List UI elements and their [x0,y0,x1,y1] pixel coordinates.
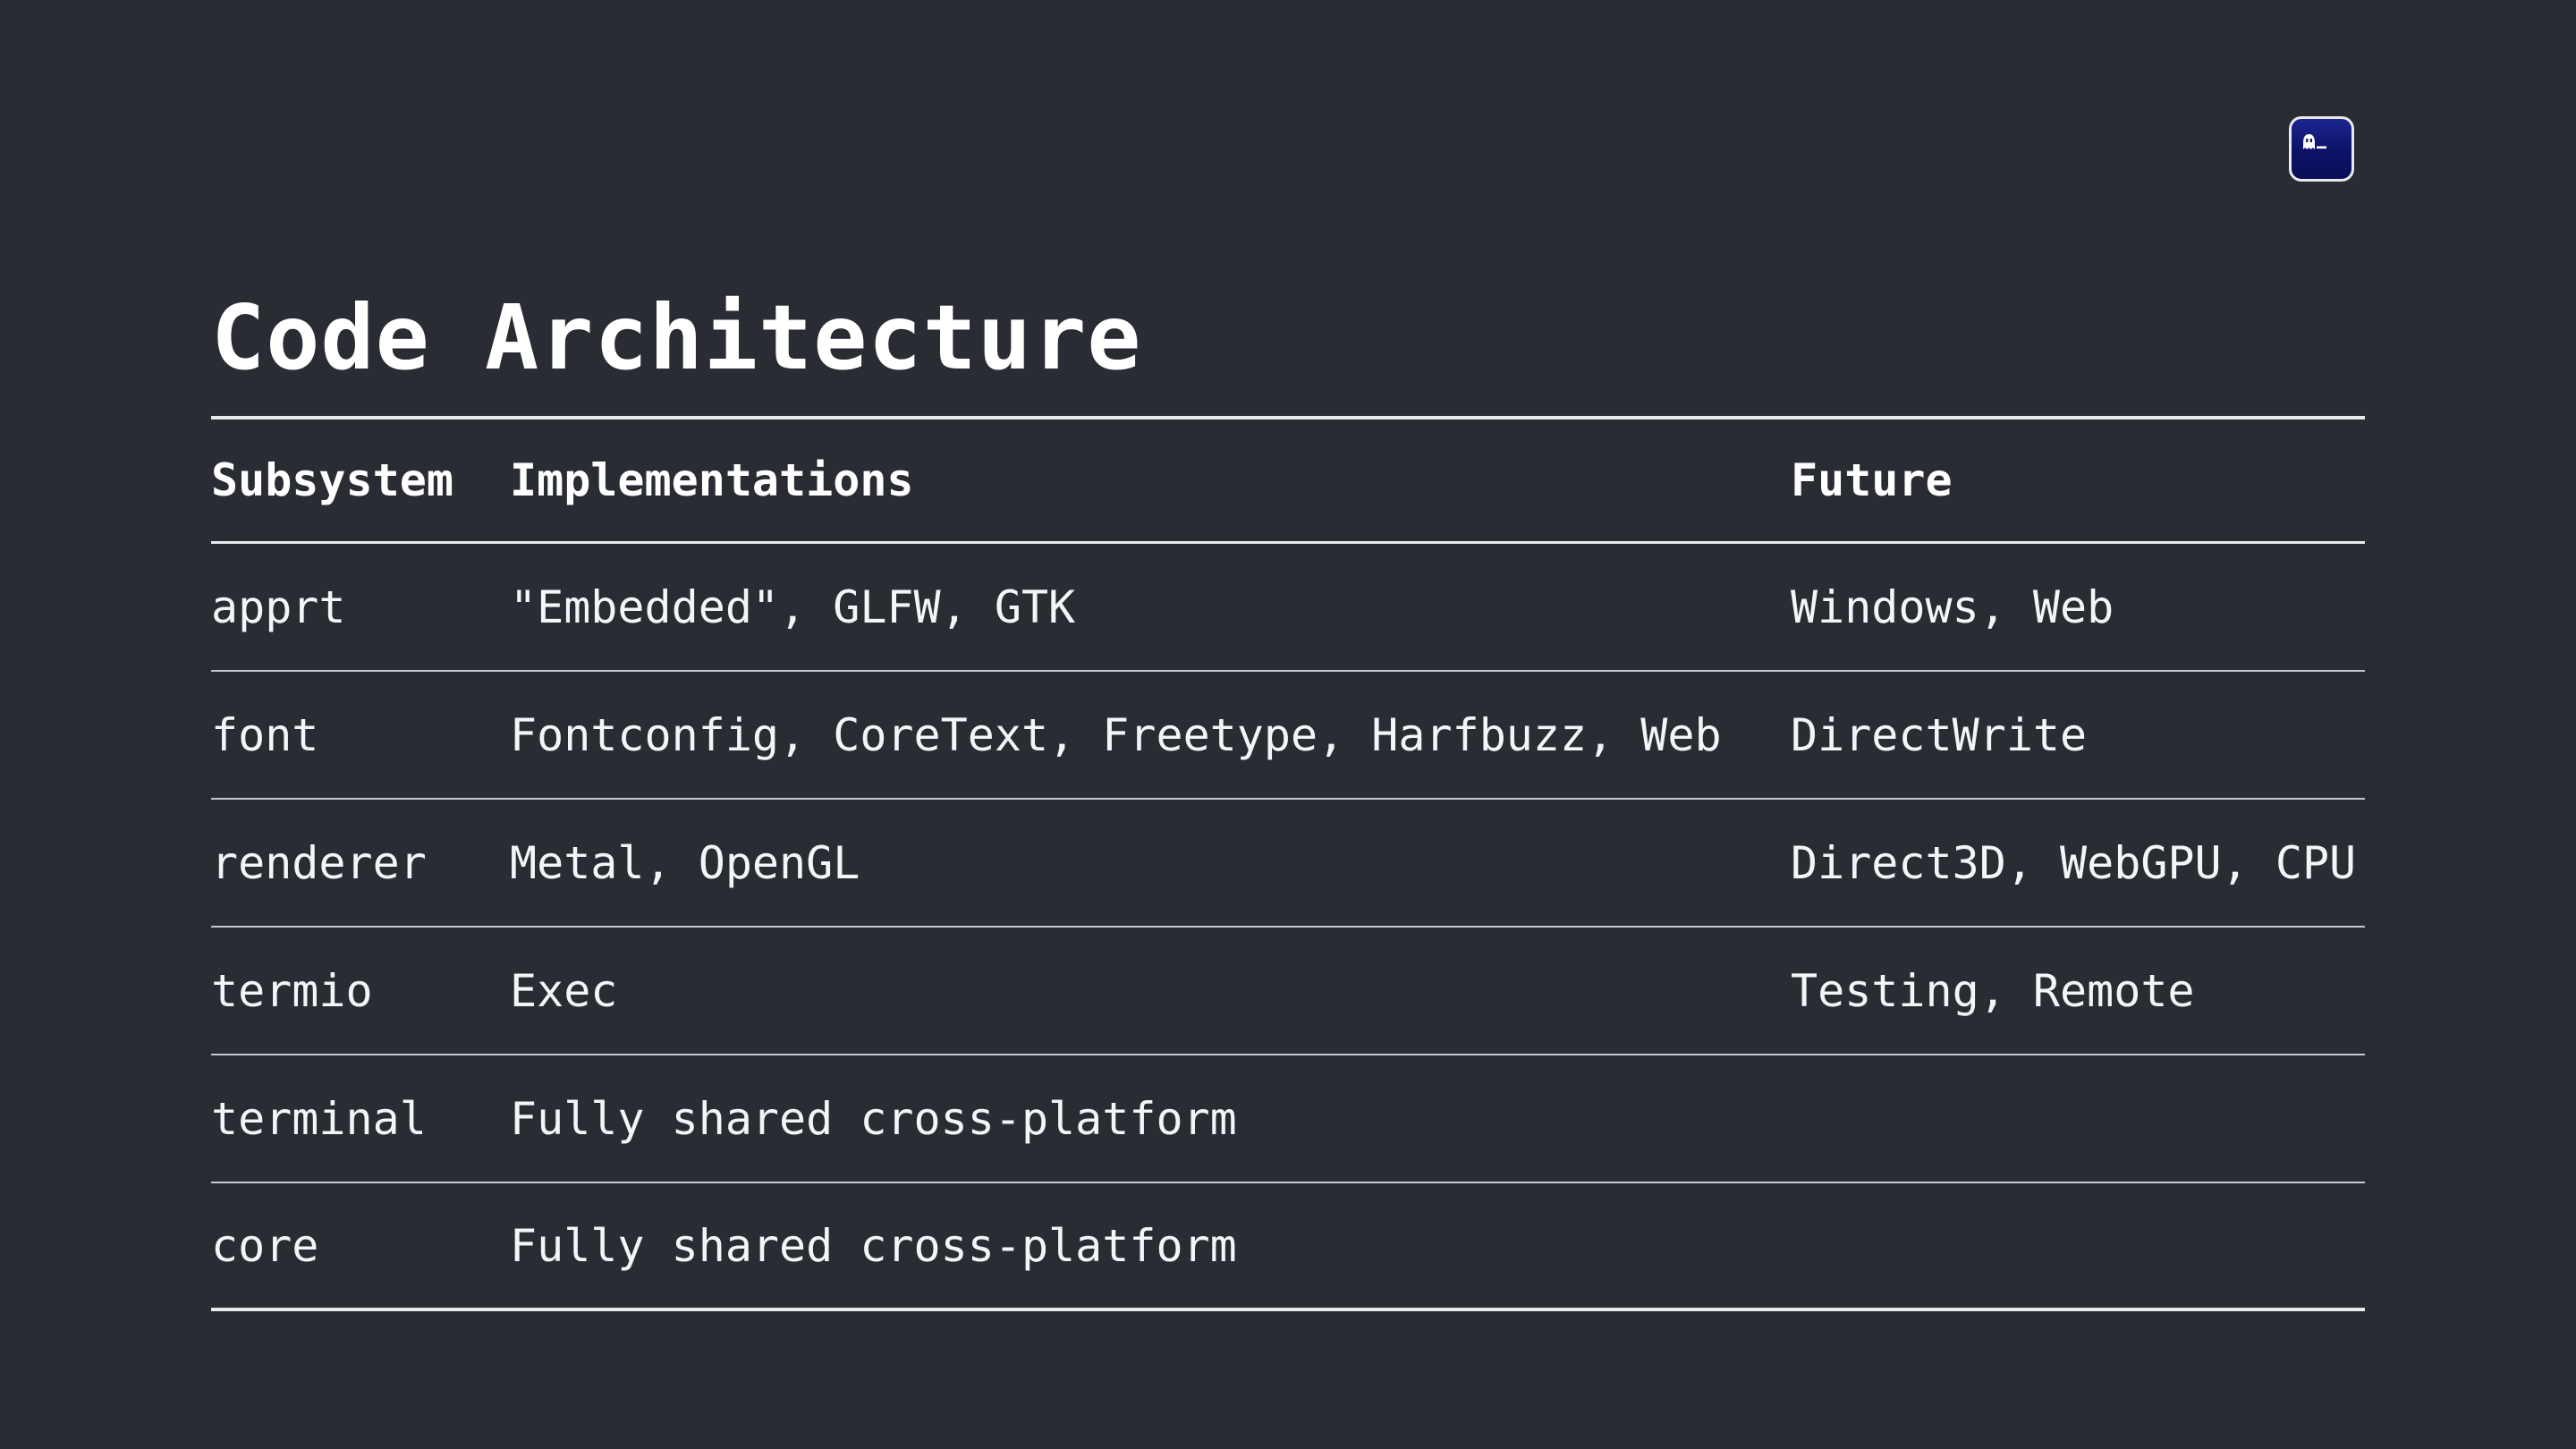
implementations-cell: Fully shared cross-platform [510,1219,1237,1272]
subsystem-cell: termio [211,964,373,1017]
column-header-future: Future [1791,454,1953,506]
ghostty-terminal-icon [2289,116,2354,182]
table-row: termio Exec Testing, Remote [211,928,2365,1055]
future-cell: DirectWrite [1791,708,2088,761]
future-cell: Testing, Remote [1791,964,2195,1017]
table-row: core Fully shared cross-platform [211,1183,2365,1311]
table-row: renderer Metal, OpenGL Direct3D, WebGPU,… [211,800,2365,928]
subsystem-cell: core [211,1219,319,1272]
subsystem-cell: font [211,708,319,761]
subsystem-cell: renderer [211,836,427,889]
future-cell: Windows, Web [1791,580,2114,633]
column-header-subsystem: Subsystem [211,454,453,506]
implementations-cell: Exec [510,964,618,1017]
implementations-cell: "Embedded", GLFW, GTK [510,580,1076,633]
implementations-cell: Metal, OpenGL [510,836,860,889]
slide-title: Code Architecture [211,285,1142,390]
table-row: apprt "Embedded", GLFW, GTK Windows, Web [211,544,2365,672]
table-row: font Fontconfig, CoreText, Freetype, Har… [211,672,2365,800]
future-cell: Direct3D, WebGPU, CPU [1791,836,2357,889]
table-row: terminal Fully shared cross-platform [211,1055,2365,1183]
implementations-cell: Fully shared cross-platform [510,1092,1237,1145]
subsystem-cell: terminal [211,1092,427,1145]
table-header-row: Subsystem Implementations Future [211,416,2365,544]
implementations-cell: Fontconfig, CoreText, Freetype, Harfbuzz… [510,708,1722,761]
subsystem-cell: apprt [211,580,346,633]
column-header-implementations: Implementations [510,454,914,506]
architecture-table: Subsystem Implementations Future apprt "… [211,416,2365,1311]
